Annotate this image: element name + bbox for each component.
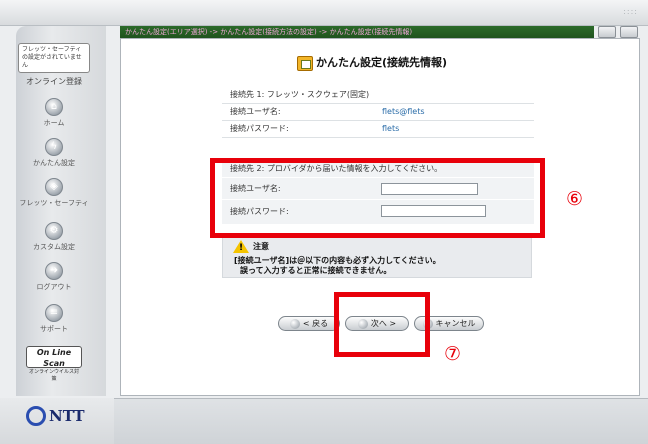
sidebar-item-label: かんたん設定 <box>33 159 75 167</box>
page-title-text: かんたん設定(接続先情報) <box>316 56 448 69</box>
notice-text: [接続ユーザ名]は＠以下の内容も必ず入力してください。 誤って入力すると正常に接… <box>234 256 441 276</box>
sidebar-item-support[interactable]: ≡ サポート <box>18 304 90 334</box>
support-icon: ≡ <box>45 304 63 322</box>
notice-heading: 注意 <box>253 242 269 251</box>
online-scan-button[interactable]: On Line Scan オンラインウイルス対策 <box>26 346 82 382</box>
online-scan-title: On Line Scan <box>36 348 72 368</box>
annotation-number-6: ⑥ <box>566 188 584 210</box>
annotation-number-7: ⑦ <box>444 343 462 365</box>
sidebar-item-easy-setup[interactable]: ϟ かんたん設定 <box>18 138 90 168</box>
safety-status-badge[interactable]: フレッツ・セーフティの設定がされていません <box>18 43 90 73</box>
sidebar-item-flets-safety[interactable]: ◈ フレッツ・セーフティ <box>18 178 90 208</box>
sidebar-item-custom-setup[interactable]: ⚙ カスタム設定 <box>18 222 90 252</box>
section1-heading: 接続先 1: フレッツ・スクウェア(固定) <box>230 90 370 99</box>
cancel-button-label: キャンセル <box>435 319 476 328</box>
corner-dots: :::: <box>623 7 638 16</box>
back-button-icon <box>289 318 300 329</box>
ntt-logo: NTT <box>26 406 106 430</box>
notice-line-2: 誤って入力すると正常に接続できません。 <box>240 266 392 275</box>
section1-pass-value: flets <box>382 124 400 133</box>
close-button[interactable] <box>620 26 638 38</box>
section1-pass-label: 接続パスワード: <box>230 124 289 133</box>
notice-line-1: [接続ユーザ名]は＠以下の内容も必ず入力してください。 <box>234 256 441 265</box>
logout-icon: ➜ <box>45 262 63 280</box>
window-header: :::: <box>0 0 648 26</box>
page-title: かんたん設定(接続先情報) <box>297 54 447 71</box>
divider <box>222 137 534 138</box>
ntt-logo-text: NTT <box>49 407 85 425</box>
shield-icon: ◈ <box>45 178 63 196</box>
section1-user-value: flets@flets <box>382 107 425 116</box>
section1-user-label: 接続ユーザ名: <box>230 107 281 116</box>
online-registration-link[interactable]: オンライン登録 <box>18 76 90 87</box>
sidebar-item-home[interactable]: ⌂ ホーム <box>18 98 90 128</box>
home-icon: ⌂ <box>45 98 63 116</box>
sidebar-item-label: カスタム設定 <box>33 243 75 251</box>
minimize-button[interactable] <box>598 26 616 38</box>
back-button[interactable]: < 戻る <box>278 316 340 331</box>
warning-icon-mark: ! <box>239 243 244 253</box>
wrench-icon: ⚙ <box>45 222 63 240</box>
lightning-icon: ϟ <box>45 138 63 156</box>
breadcrumb: かんたん設定(エリア選択) -> かんたん設定(接続方法の設定) -> かんたん… <box>120 26 594 38</box>
sidebar-item-label: ホーム <box>43 119 65 127</box>
divider <box>222 103 534 104</box>
divider <box>222 120 534 121</box>
status-footer <box>114 398 648 444</box>
highlight-box-input-section <box>210 158 545 238</box>
online-scan-subtitle: オンラインウイルス対策 <box>28 369 79 382</box>
ntt-logo-icon <box>26 406 46 426</box>
sidebar-item-logout[interactable]: ➜ ログアウト <box>18 262 90 292</box>
back-button-label: < 戻る <box>302 319 329 328</box>
sidebar-item-label: フレッツ・セーフティ <box>19 199 89 207</box>
highlight-box-next-button <box>334 292 430 357</box>
sidebar-item-label: サポート <box>40 325 68 333</box>
setup-icon <box>297 55 313 71</box>
sidebar-item-label: ログアウト <box>36 283 72 291</box>
